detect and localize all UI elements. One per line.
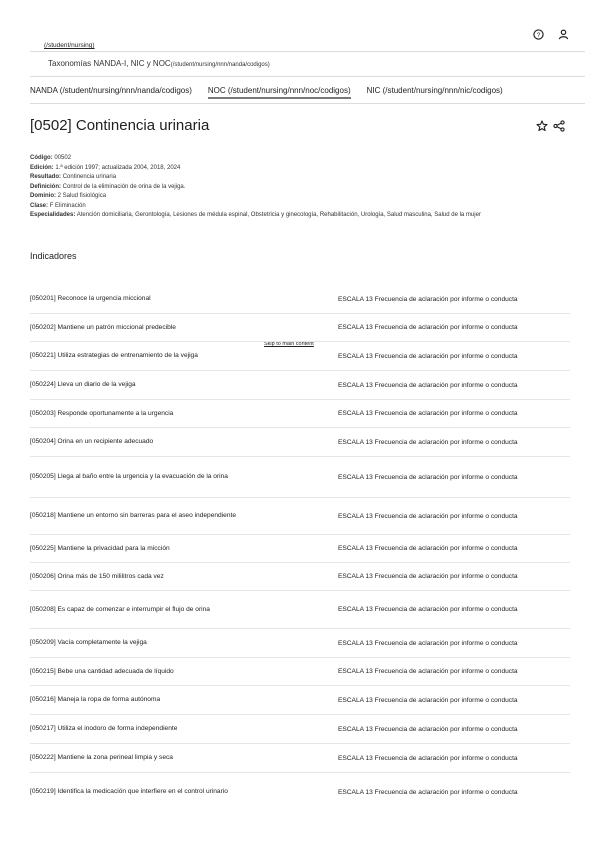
indicators-title: Indicadores [30, 251, 77, 261]
header-icons: ? [533, 29, 569, 40]
meta-clase: Clase: F Eliminación [30, 202, 86, 209]
outcome-meta: Código: 00502 Edición: 1.ª edición 1997;… [30, 154, 565, 221]
indicator-text: [050219] Identifica la medicación que in… [30, 788, 228, 795]
indicator-scale: ESCALA 13 Frecuencia de aclaración por i… [338, 473, 518, 481]
meta-edicion: Edición: 1.ª edición 1997; actualizada 2… [30, 164, 181, 171]
title-actions [536, 119, 565, 137]
indicator-text: [050218] Mantiene un entorno sin barrera… [30, 512, 237, 519]
indicator-text: [050203] Responde oportunamente a la urg… [30, 409, 174, 417]
table-row: [050225] Mantiene la privacidad para la … [30, 535, 570, 563]
indicator-scale: ESCALA 13 Frecuencia de aclaración por i… [338, 410, 518, 417]
header-divider [30, 51, 585, 52]
indicator-text: [050208] Es capaz de comenzar e interrum… [30, 605, 210, 613]
table-row: [050217] Utiliza el inodoro de forma ind… [30, 715, 570, 744]
tab-nic[interactable]: NIC (/student/nursing/nnn/nic/codigos) [367, 86, 503, 99]
indicator-scale: ESCALA 13 Frecuencia de aclaración por i… [338, 788, 518, 796]
table-row: [050218] Mantiene un entorno sin barrera… [30, 498, 570, 535]
indicator-text: [050221] Utiliza estrategias de entrenam… [30, 352, 198, 359]
page-title: [0502] Continencia urinaria [30, 117, 210, 134]
table-row: [050221] Utiliza estrategias de entrenam… [30, 342, 570, 371]
tabs-divider [30, 103, 585, 104]
breadcrumb-label: Taxonomías NANDA-I, NIC y NOC [48, 59, 171, 68]
student-nursing-link[interactable]: (/student/nursing) [44, 42, 95, 49]
table-row: [050224] Lleva un diario de la vejiga ES… [30, 371, 570, 400]
indicator-text: [050217] Utiliza el inodoro de forma ind… [30, 725, 178, 732]
indicator-scale: ESCALA 13 Frecuencia de aclaración por i… [338, 725, 518, 733]
indicator-text: [050225] Mantiene la privacidad para la … [30, 544, 170, 552]
indicator-scale: ESCALA 13 Frecuencia de aclaración por i… [338, 438, 518, 446]
meta-definicion: Definición: Control de la eliminación de… [30, 183, 186, 190]
indicator-text: [050205] Llega al baño entre la urgencia… [30, 473, 228, 480]
table-row: [050206] Orina más de 150 mililitros cad… [30, 563, 570, 591]
indicator-text: [050202] Mantiene un patrón miccional pr… [30, 323, 176, 331]
indicator-scale: ESCALA 13 Frecuencia de aclaración por i… [338, 512, 518, 520]
breadcrumb[interactable]: Taxonomías NANDA-I, NIC y NOC(/student/n… [48, 59, 270, 68]
indicators-list: [050201] Reconoce la urgencia miccional … [30, 285, 570, 811]
indicator-text: [050216] Maneja la ropa de forma autónom… [30, 696, 161, 703]
svg-text:?: ? [537, 32, 541, 39]
table-row: [050219] Identifica la medicación que in… [30, 773, 570, 811]
meta-resultado: Resultado: Continencia urinaria [30, 174, 117, 180]
breadcrumb-path: (/student/nursing/nnn/nanda/codigos) [170, 62, 270, 68]
indicator-scale: ESCALA 13 Frecuencia de aclaración por i… [338, 696, 518, 704]
indicator-text: [050206] Orina más de 150 mililitros cad… [30, 572, 164, 580]
help-circle-icon[interactable]: ? [533, 29, 544, 40]
indicator-scale: ESCALA 13 Frecuencia de aclaración por i… [338, 545, 518, 552]
table-row: [050202] Mantiene un patrón miccional pr… [30, 314, 570, 342]
indicator-scale: ESCALA 13 Frecuencia de aclaración por i… [338, 324, 518, 331]
breadcrumb-divider [30, 76, 585, 77]
indicator-text: [050209] Vacía completamente la vejiga [30, 639, 147, 646]
indicator-scale: ESCALA 13 Frecuencia de aclaración por i… [338, 381, 518, 389]
indicator-scale: ESCALA 13 Frecuencia de aclaración por i… [338, 295, 518, 303]
taxonomy-tabs: NANDA (/student/nursing/nnn/nanda/codigo… [30, 86, 585, 99]
indicator-scale: ESCALA 13 Frecuencia de aclaración por i… [338, 606, 518, 613]
indicator-scale: ESCALA 13 Frecuencia de aclaración por i… [338, 754, 518, 762]
share-icon[interactable] [553, 119, 565, 137]
tab-nanda[interactable]: NANDA (/student/nursing/nnn/nanda/codigo… [30, 86, 192, 99]
indicator-text: [050201] Reconoce la urgencia miccional [30, 295, 151, 302]
indicator-text: [050204] Orina en un recipiente adecuado [30, 438, 154, 445]
meta-especialidades: Especialidades: Atención domiciliaria, G… [30, 212, 481, 218]
indicator-scale: ESCALA 13 Frecuencia de aclaración por i… [338, 639, 518, 647]
indicator-text: [050222] Mantiene la zona perineal limpi… [30, 754, 173, 761]
table-row: [050208] Es capaz de comenzar e interrum… [30, 591, 570, 629]
meta-dominio: Dominio: 2 Salud fisiológica [30, 193, 107, 199]
tab-noc[interactable]: NOC (/student/nursing/nnn/noc/codigos) [207, 86, 351, 99]
indicator-text: [050215] Bebe una cantidad adecuada de l… [30, 667, 174, 675]
indicator-scale: ESCALA 13 Frecuencia de aclaración por i… [338, 668, 518, 675]
indicator-scale: ESCALA 13 Frecuencia de aclaración por i… [338, 352, 518, 360]
table-row: [050222] Mantiene la zona perineal limpi… [30, 744, 570, 773]
indicator-text: [050224] Lleva un diario de la vejiga [30, 381, 136, 388]
star-outline-icon[interactable] [536, 119, 548, 137]
user-icon[interactable] [558, 29, 569, 40]
table-row: [050201] Reconoce la urgencia miccional … [30, 285, 570, 314]
table-row: [050209] Vacía completamente la vejiga E… [30, 629, 570, 658]
table-row: [050204] Orina en un recipiente adecuado… [30, 428, 570, 457]
meta-codigo: Código: 00502 [30, 155, 72, 161]
table-row: [050215] Bebe una cantidad adecuada de l… [30, 658, 570, 686]
table-row: [050203] Responde oportunamente a la urg… [30, 400, 570, 428]
table-row: [050216] Maneja la ropa de forma autónom… [30, 686, 570, 715]
indicator-scale: ESCALA 13 Frecuencia de aclaración por i… [338, 573, 518, 580]
table-row: [050205] Llega al baño entre la urgencia… [30, 457, 570, 498]
